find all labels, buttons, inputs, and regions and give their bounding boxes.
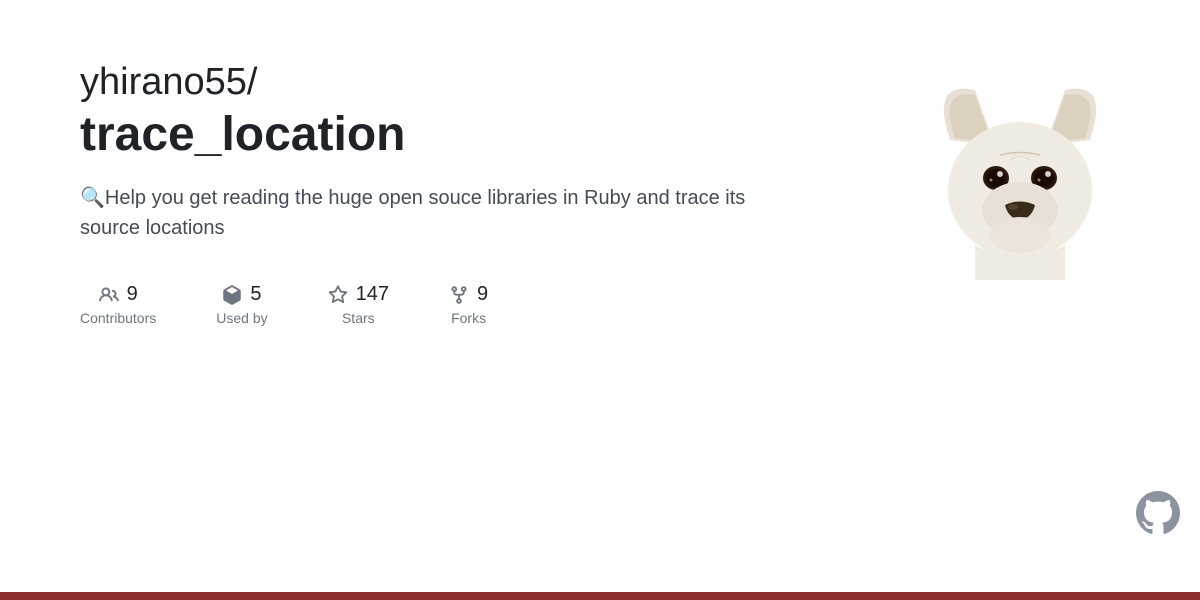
fork-icon [449,285,469,305]
stat-forks-top: 9 [449,283,488,306]
repo-description: 🔍Help you get reading the huge open souc… [80,183,760,243]
stars-number: 147 [356,283,389,306]
github-icon [1136,491,1180,535]
main-content: yhirano55/ trace_location 🔍Help you get … [0,0,1200,560]
dog-svg [920,60,1120,280]
people-icon [99,285,119,305]
stats-row: 9 Contributors 5 Used by [80,283,900,326]
left-section: yhirano55/ trace_location 🔍Help you get … [80,60,900,520]
magnifier-emoji: 🔍 [80,187,105,209]
repo-title: yhirano55/ trace_location [80,60,900,163]
stat-forks[interactable]: 9 Forks [449,283,488,326]
star-icon [328,285,348,305]
repo-name: trace_location [80,106,900,164]
contributors-number: 9 [127,283,138,306]
stat-stars-top: 147 [328,283,389,306]
stat-used-by[interactable]: 5 Used by [216,283,267,326]
bottom-bar [0,592,1200,600]
package-icon [222,285,242,305]
right-section [900,60,1120,520]
stars-label: Stars [342,310,375,326]
repo-owner: yhirano55/ [80,60,900,106]
used-by-number: 5 [250,283,261,306]
forks-label: Forks [451,310,486,326]
dog-avatar [920,60,1120,280]
github-icon-area[interactable] [1136,491,1180,540]
forks-number: 9 [477,283,488,306]
stat-contributors[interactable]: 9 Contributors [80,283,156,326]
stat-stars[interactable]: 147 Stars [328,283,389,326]
used-by-label: Used by [216,310,267,326]
contributors-label: Contributors [80,310,156,326]
stat-contributors-top: 9 [99,283,138,306]
stat-used-by-top: 5 [222,283,261,306]
description-text: Help you get reading the huge open souce… [80,187,745,239]
